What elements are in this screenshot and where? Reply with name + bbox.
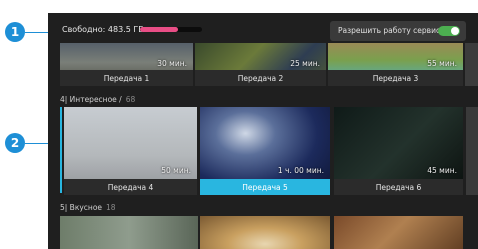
program-thumbnail-9 [334, 216, 463, 249]
row-focus-indicator [60, 107, 62, 193]
program-title-3: Передача 3 [328, 70, 463, 86]
callout-2: 2 [5, 133, 25, 153]
program-title-2: Передача 2 [195, 70, 326, 86]
program-tile-4[interactable]: 50 мин. Передача 4 [64, 107, 197, 195]
duration-label: 45 мин. [427, 166, 457, 175]
service-toggle-row[interactable]: Разрешить работу сервиса [330, 21, 466, 41]
program-tile-9[interactable] [334, 216, 463, 249]
section-count: 18 [106, 203, 116, 212]
program-tile-5[interactable]: 1 ч. 00 мин. Передача 5 [200, 107, 330, 195]
duration-label: 30 мин. [157, 59, 187, 68]
program-tile-3[interactable]: 55 мин. Передача 3 [328, 43, 463, 86]
program-tile-partial-right-2[interactable] [466, 107, 478, 195]
duration-label: 1 ч. 00 мин. [277, 166, 324, 175]
program-title-1: Передача 1 [60, 70, 193, 86]
storage-bar-fill [140, 27, 179, 32]
service-toggle[interactable] [438, 26, 460, 36]
program-tile-partial-right[interactable] [465, 43, 478, 86]
program-tile-8[interactable] [200, 216, 330, 249]
duration-label: 55 мин. [427, 59, 457, 68]
program-tile-1[interactable]: 30 мин. Передача 1 [60, 43, 193, 86]
program-title-4: Передача 4 [64, 179, 197, 195]
duration-label: 50 мин. [161, 166, 191, 175]
section-name: 5| Вкусное [60, 203, 103, 212]
section-count: 68 [125, 95, 136, 104]
program-title-5: Передача 5 [200, 179, 330, 195]
section-title-tasty: 5| Вкусное 18 [60, 203, 116, 212]
section-title-interesting: 4| Интересное /68 [60, 95, 135, 104]
duration-label: 25 мин. [290, 59, 320, 68]
program-tile-2[interactable]: 25 мин. Передача 2 [195, 43, 326, 86]
section-name: 4| Интересное / [60, 95, 122, 104]
storage-bar [140, 27, 202, 32]
program-thumbnail-8 [200, 216, 330, 249]
tv-screen: Свободно: 483.5 ГБ Разрешить работу серв… [48, 13, 478, 249]
program-tile-6[interactable]: 45 мин. Передача 6 [334, 107, 463, 195]
program-thumbnail-7 [60, 216, 198, 249]
program-title-6: Передача 6 [334, 179, 463, 195]
free-space-label: Свободно: 483.5 ГБ [62, 25, 144, 34]
service-toggle-label: Разрешить работу сервиса [338, 26, 445, 35]
program-tile-7[interactable] [60, 216, 198, 249]
callout-1: 1 [5, 22, 25, 42]
toggle-knob [451, 27, 459, 35]
